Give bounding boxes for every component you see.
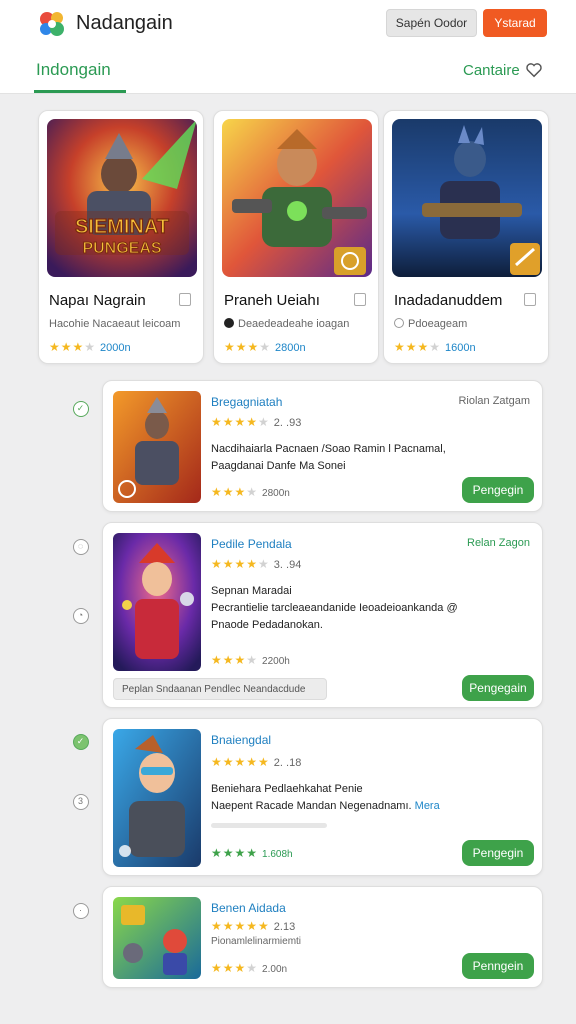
timeline-dot-icon: 3 [73,794,89,810]
featured-subtitle: Hacohie Nacaeaut leicoam [49,318,181,330]
featured-title: Inadadanuddem [394,292,503,309]
list-description: Beniehara Pedlaehkahat Penie Naepent Rac… [211,783,440,812]
tag-chip[interactable]: Peplan Sndaanan Pendlec Neandacdude [113,678,327,700]
list-thumbnail [113,897,201,979]
star-icon: ★★★★ [211,846,259,860]
featured-art [392,119,542,277]
timeline-dot-icon: ✓ [73,734,89,750]
list-title[interactable]: Bregagniatah [211,395,282,409]
get-button[interactable]: Penngein [462,953,534,979]
timeline-dot-icon: ◌ [73,539,89,555]
list-thumbnail [113,729,201,867]
featured-subtitle: Pdoeageam [394,318,467,330]
list-thumbnail [113,391,201,503]
featured-count: 2800n [275,342,306,354]
star-icon: ★★★★ [224,340,272,354]
logo-icon [40,12,64,36]
list-description: Nacdihaiarla Pacnaen /Soao Ramin l Pacna… [211,443,446,472]
star-icon: ★★★★ [211,961,259,975]
featured-title: Napaı Nagrain [49,292,146,309]
list-title[interactable]: Benen Aidada [211,901,286,915]
progress-bar [211,823,327,828]
list-item[interactable]: Bnaiengdal ★★★★★ 2. .18 Beniehara Pedlaeh… [102,718,543,876]
featured-count: 1600n [445,342,476,354]
list-footer-rating: ★★★★ 2200h [211,653,290,667]
star-icon: ★★★★ [394,340,442,354]
timeline-dot-icon: ✓ [73,401,89,417]
list-rating: ★★★★★ 2. .93 [211,415,302,429]
list-footer-rating: ★★★★ 2800n [211,485,290,499]
timeline-dot-icon: ◔ [73,608,89,624]
timeline-dot-icon: · [73,903,89,919]
secondary-button[interactable]: Sapén Oodor [386,9,477,37]
more-link[interactable]: Mera [415,800,440,812]
list-description: Pionamlelinarmiemti [211,936,302,947]
featured-art: SIEMINAT PUNGEAS [47,119,197,277]
art-title-line1: SIEMINAT [75,216,169,238]
star-icon: ★★★★★ [211,415,270,429]
list-item[interactable]: Pedile Pendala Relan Zagon ★★★★★ 3. .94 S… [102,522,543,708]
featured-art [222,119,372,277]
star-icon: ★★★★★ [211,557,270,571]
heart-icon[interactable] [525,61,543,79]
badge-icon [224,318,234,328]
list-item[interactable]: Bregagniatah Riolan Zatgam ★★★★★ 2. .93 N… [102,380,543,512]
get-button[interactable]: Pengegin [462,840,534,866]
star-icon: ★★★★ [211,653,259,667]
featured-rating: ★★★★ 2800n [224,340,306,354]
featured-card[interactable]: Praneh Ueiahı Deaedeadeahe ioagan ★★★★ 28… [213,110,379,364]
bookmark-icon[interactable] [354,293,366,306]
list-title[interactable]: Bnaiengdal [211,733,271,747]
featured-card[interactable]: SIEMINAT PUNGEAS Napaı Nagrain Hacohie N… [38,110,204,364]
tab-active[interactable]: Indongain [36,60,111,80]
list-rating: ★★★★★ 3. .94 [211,557,302,571]
featured-count: 2000n [100,342,131,354]
list-footer-rating: ★★★★ 1.608h [211,846,293,860]
bookmark-icon[interactable] [524,293,536,306]
top-bar: Nadangain Sapén Oodor Ystarad Indongain … [0,0,576,94]
art-title-line2: PUNGEAS [82,240,161,257]
list-title[interactable]: Pedile Pendala [211,537,292,551]
featured-rating: ★★★★ 1600n [394,340,476,354]
primary-button[interactable]: Ystarad [483,9,547,37]
star-icon: ★★★★★ [211,755,270,769]
list-thumbnail [113,533,201,671]
featured-card[interactable]: Inadadanuddem Pdoeageam ★★★★ 1600n [383,110,549,364]
star-icon: ★★★★ [49,340,97,354]
app-title: Nadangain [76,12,173,34]
list-footer-rating: ★★★★ 2.00n [211,961,288,975]
get-button[interactable]: Pengegain [462,675,534,701]
featured-title: Praneh Ueiahı [224,292,320,309]
list-description: Sepnan Maradai Pecrantielie tarcleaeanda… [211,585,458,631]
star-icon: ★★★★★ [211,919,270,933]
get-button[interactable]: Pengegin [462,477,534,503]
list-tag: Riolan Zatgam [458,395,530,407]
badge-icon [394,318,404,328]
list-item[interactable]: Benen Aidada ★★★★★ 2.13 Pionamlelinarmiem… [102,886,543,988]
featured-rating: ★★★★ 2000n [49,340,131,354]
list-tag: Relan Zagon [467,537,530,549]
featured-subtitle: Deaedeadeahe ioagan [224,318,349,330]
tab-underline [34,90,126,93]
list-rating: ★★★★★ 2. .18 [211,755,302,769]
tab-right-link[interactable]: Cantaire [463,62,520,79]
list-rating: ★★★★★ 2.13 [211,919,296,933]
bookmark-icon[interactable] [179,293,191,306]
star-icon: ★★★★ [211,485,259,499]
